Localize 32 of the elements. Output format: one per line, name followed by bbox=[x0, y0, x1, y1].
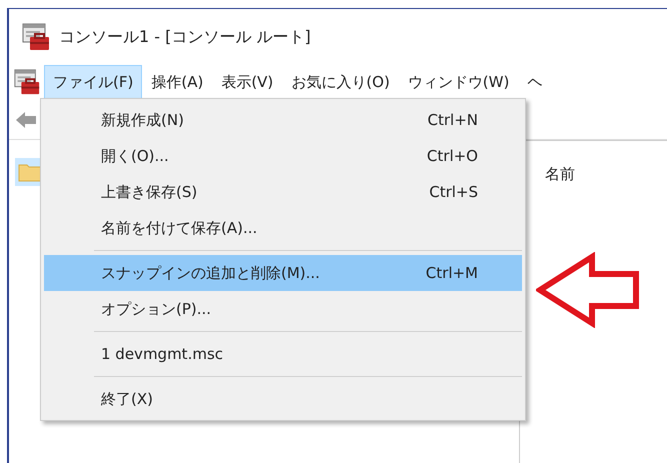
menu-bar-item[interactable]: ヘ bbox=[518, 65, 552, 99]
toolbox-window-icon bbox=[21, 22, 51, 52]
menu-item[interactable]: スナップインの追加と削除(M)... Ctrl+M bbox=[44, 255, 522, 291]
menu-bar-item[interactable]: 操作(A) bbox=[142, 65, 212, 99]
shortcut-label: Ctrl+O bbox=[426, 146, 478, 167]
menu-bar-item[interactable]: ウィンドウ(W) bbox=[398, 65, 518, 99]
folder-icon bbox=[18, 162, 42, 182]
window-title: コンソール1 - [コンソール ルート] bbox=[59, 26, 311, 48]
menu-item[interactable]: オプション(P)... bbox=[44, 291, 522, 327]
menu-item-label: オプション(P)... bbox=[101, 298, 212, 320]
menu-bar-item[interactable]: お気に入り(O) bbox=[282, 65, 399, 99]
shortcut-label: Ctrl+M bbox=[426, 262, 478, 284]
shortcut-label: Ctrl+S bbox=[429, 182, 478, 203]
menu-item-label: 名前を付けて保存(A)... bbox=[101, 218, 258, 239]
menu-bar-item[interactable]: 表示(V) bbox=[212, 65, 282, 99]
menu-item-label: 新規作成(N) bbox=[101, 110, 184, 131]
menu-item[interactable]: 名前を付けて保存(A)... bbox=[44, 210, 522, 246]
toolbox-window-icon bbox=[13, 68, 41, 96]
shortcut-label: Ctrl+N bbox=[428, 110, 478, 131]
back-arrow-icon[interactable] bbox=[15, 110, 37, 130]
column-header[interactable]: 名前 bbox=[545, 165, 575, 183]
menu-item[interactable]: 上書き保存(S) Ctrl+S bbox=[44, 174, 522, 210]
menu-item-label: スナップインの追加と削除(M)... bbox=[101, 262, 320, 284]
menu-item-label: 1 devmgmt.msc bbox=[101, 344, 224, 365]
menu-item[interactable]: 開く(O)... Ctrl+O bbox=[44, 138, 522, 174]
menu-item[interactable]: 新規作成(N) Ctrl+N bbox=[44, 102, 522, 138]
menu-item[interactable]: 1 devmgmt.msc bbox=[44, 336, 522, 372]
menu-item-label: 終了(X) bbox=[101, 388, 153, 410]
menu-item-label: 上書き保存(S) bbox=[101, 182, 198, 203]
menu-bar-item[interactable]: ファイル(F) bbox=[44, 65, 142, 99]
menu-item[interactable]: 終了(X) bbox=[44, 381, 522, 417]
menu-item-label: 開く(O)... bbox=[101, 146, 169, 167]
